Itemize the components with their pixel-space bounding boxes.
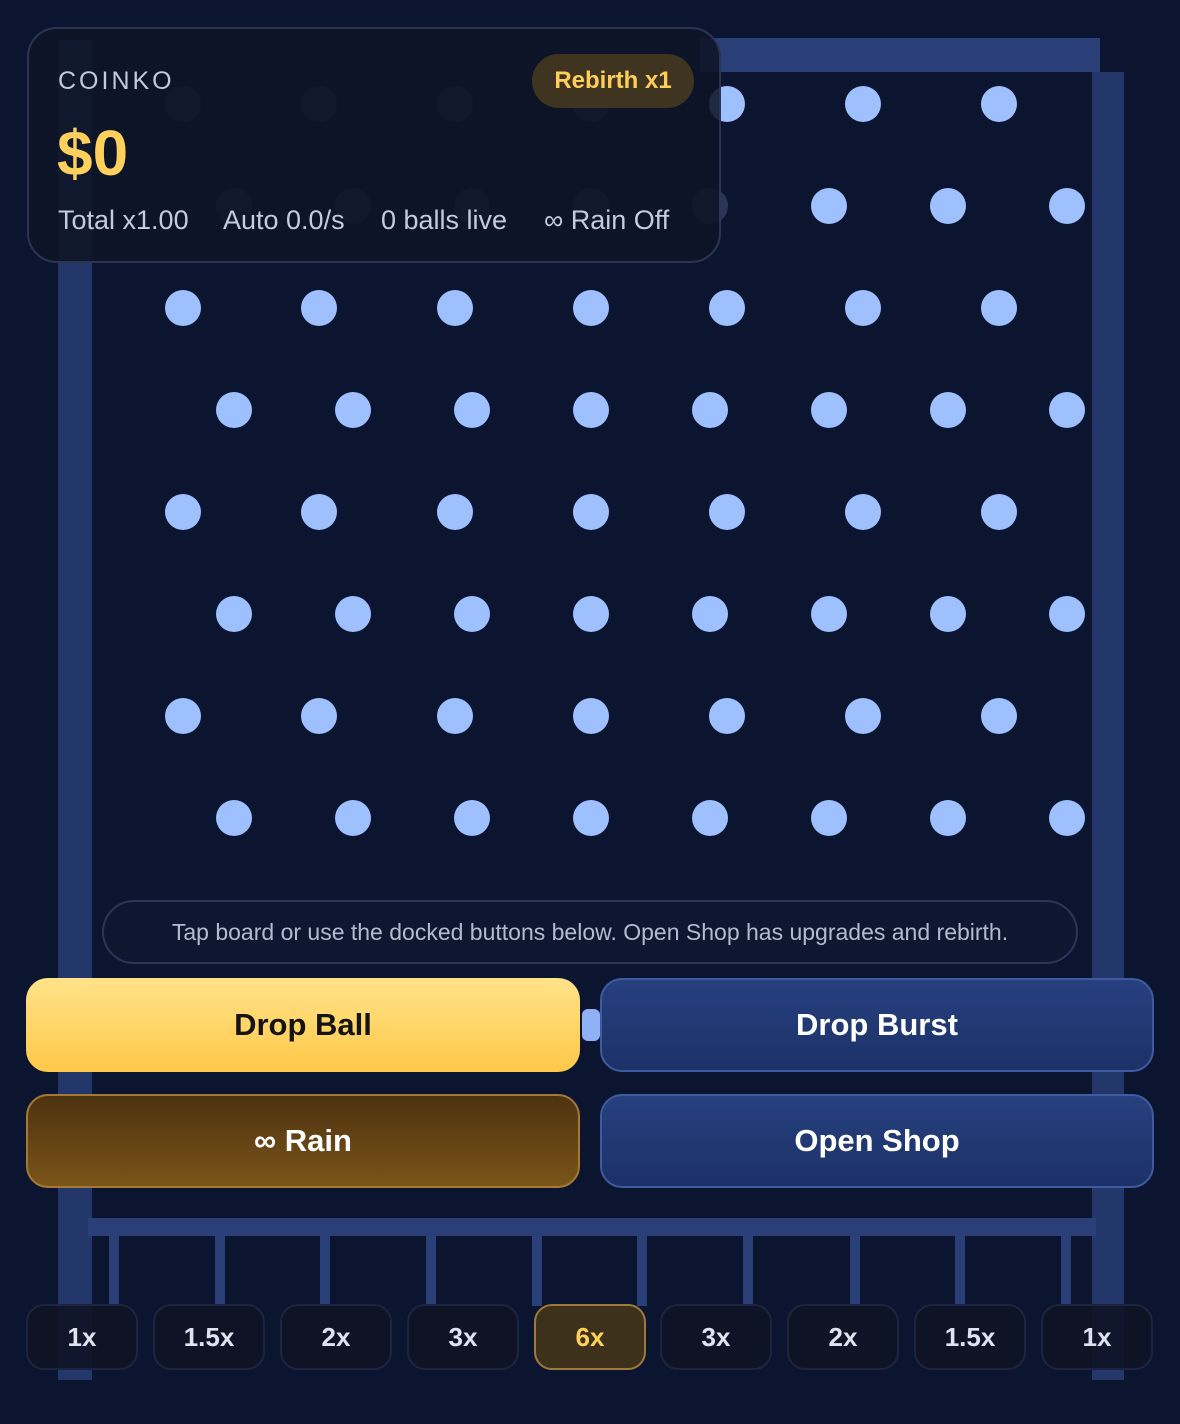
peg (845, 698, 881, 734)
drop-burst-button[interactable]: Drop Burst (600, 978, 1154, 1072)
peg (437, 290, 473, 326)
peg (573, 596, 609, 632)
peg (692, 800, 728, 836)
peg (845, 290, 881, 326)
slot-multiplier: 1.5x (153, 1304, 265, 1370)
slot-multiplier: 3x (660, 1304, 772, 1370)
peg (1049, 800, 1085, 836)
peg (845, 86, 881, 122)
total-multiplier-stat: Total x1.00 (58, 205, 189, 235)
peg (981, 698, 1017, 734)
slot-multiplier: 1x (26, 1304, 138, 1370)
balance-display: $0 (57, 117, 129, 189)
balls-live-stat: 0 balls live (381, 205, 508, 235)
drop-ball-button[interactable]: Drop Ball (26, 978, 580, 1072)
peg (930, 392, 966, 428)
peg (573, 290, 609, 326)
peg (709, 290, 745, 326)
rain-status-stat: ∞ Rain Off (544, 205, 670, 235)
peg (930, 188, 966, 224)
rebirth-badge: Rebirth x1 (532, 54, 694, 108)
peg (709, 698, 745, 734)
peg (301, 494, 337, 530)
peg (454, 800, 490, 836)
peg (1049, 188, 1085, 224)
peg (811, 392, 847, 428)
slot-multiplier: 6x (534, 1304, 646, 1370)
peg (165, 494, 201, 530)
peg (692, 596, 728, 632)
peg (216, 392, 252, 428)
peg (573, 800, 609, 836)
rain-button[interactable]: ∞ Rain (26, 1094, 580, 1188)
peg (335, 392, 371, 428)
peg (301, 290, 337, 326)
peg (981, 86, 1017, 122)
peg (692, 392, 728, 428)
peg (301, 698, 337, 734)
hint-banner: Tap board or use the docked buttons belo… (102, 900, 1078, 964)
peg (811, 188, 847, 224)
game-title: COINKO (58, 67, 175, 95)
slot-multiplier: 1.5x (914, 1304, 1026, 1370)
peg (454, 392, 490, 428)
peg (930, 800, 966, 836)
hud-panel: COINKO $0 Rebirth x1 Total x1.00 Auto 0.… (27, 27, 721, 263)
peg (981, 290, 1017, 326)
peg (454, 596, 490, 632)
peg (709, 494, 745, 530)
peg (437, 698, 473, 734)
peg (1049, 596, 1085, 632)
ball (582, 1009, 600, 1041)
peg (845, 494, 881, 530)
peg (573, 494, 609, 530)
slot-multiplier: 2x (280, 1304, 392, 1370)
peg (811, 800, 847, 836)
peg (573, 392, 609, 428)
slot-multiplier: 3x (407, 1304, 519, 1370)
peg (437, 494, 473, 530)
peg (335, 596, 371, 632)
peg (1049, 392, 1085, 428)
game-stage: COINKO $0 Rebirth x1 Total x1.00 Auto 0.… (0, 0, 1180, 1424)
peg (930, 596, 966, 632)
open-shop-button[interactable]: Open Shop (600, 1094, 1154, 1188)
slot-multiplier: 2x (787, 1304, 899, 1370)
peg (165, 290, 201, 326)
slot-multiplier: 1x (1041, 1304, 1153, 1370)
peg (335, 800, 371, 836)
peg (573, 698, 609, 734)
peg (981, 494, 1017, 530)
peg (811, 596, 847, 632)
peg (165, 698, 201, 734)
auto-rate-stat: Auto 0.0/s (223, 205, 345, 235)
peg (216, 596, 252, 632)
peg (216, 800, 252, 836)
